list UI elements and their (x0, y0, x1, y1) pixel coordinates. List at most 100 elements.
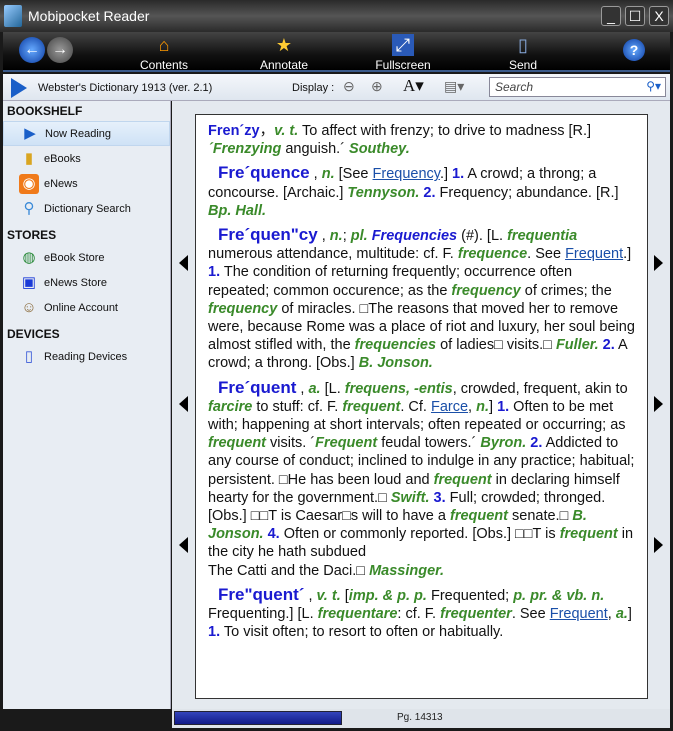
play-icon: ▶ (24, 124, 36, 142)
zoom-out-icon[interactable]: ⊖ (343, 78, 355, 95)
sense-number: 2. (598, 337, 615, 354)
home-icon: ⌂ (158, 35, 170, 55)
fullscreen-icon: ⤢ (392, 34, 414, 56)
item-label: eNews Store (44, 276, 107, 289)
definition-text: ， (259, 123, 275, 139)
back-button[interactable]: ← (19, 37, 45, 63)
send-button[interactable]: ▯ Send (483, 34, 563, 72)
now-reading-icon (11, 78, 27, 98)
definition-text: Frequented; (426, 587, 514, 604)
italic-term: frequentare (317, 606, 398, 623)
rss-icon: ◉ (19, 173, 39, 194)
dictionary-entry: Fre"quent´ , v. t. [imp. & p. p. Frequen… (208, 585, 635, 642)
italic-term: farcire (208, 398, 253, 415)
cross-reference-link[interactable]: Farce (431, 399, 468, 415)
next-page-arrow-icon[interactable] (654, 255, 663, 271)
toolbar: ← → ⌂ Contents ★ Annotate ⤢ Fullscreen ▯ Sen… (3, 32, 670, 72)
sidebar-item-ebook-store[interactable]: ◍ eBook Store (3, 245, 170, 270)
cross-reference-link[interactable]: Frequent (550, 606, 608, 622)
layout-icon[interactable]: ▤▾ (444, 78, 464, 95)
definition-text: Frequenting.] [L. (208, 606, 318, 623)
zoom-in-icon[interactable]: ⊕ (371, 78, 383, 95)
definition-text: anguish.´ (281, 141, 350, 158)
italic-term: frequent (342, 398, 401, 415)
definition-text: (#). [L. (457, 228, 508, 245)
sidebar-item-now-reading[interactable]: ▶ Now Reading (3, 121, 170, 146)
definition-text: To affect with frenzy; to drive to madne… (298, 123, 592, 139)
dictionary-entry: Fren´zy，v. t. To affect with frenzy; to … (208, 122, 635, 158)
italic-term: frequence (457, 246, 528, 263)
italic-term: pl. (350, 228, 368, 245)
dictionary-entry: Fre´quent , a. [L. frequens, -entis, cro… (208, 378, 635, 580)
annotate-button[interactable]: ★ Annotate (244, 34, 324, 72)
title-bar: Mobipocket Reader _ ☐ X (0, 0, 673, 32)
definition-text: feudal towers.´ (377, 435, 481, 452)
prev-page-arrow-icon[interactable] (179, 255, 188, 271)
definition-text: , (296, 380, 309, 397)
forward-button[interactable]: → (47, 37, 73, 63)
cross-reference-link[interactable]: Frequent (565, 246, 623, 262)
definition-text: . See (511, 606, 550, 623)
definition-text: numerous attendance, multitude: cf. F. (208, 246, 458, 263)
next-page-arrow-icon[interactable] (654, 396, 663, 412)
sidebar-item-online-account[interactable]: ☺ Online Account (3, 295, 170, 320)
help-icon[interactable]: ? (623, 39, 645, 61)
maximize-button[interactable]: ☐ (625, 6, 645, 26)
sidebar-item-ebooks[interactable]: ▮ eBooks (3, 146, 170, 171)
prev-page-arrow-icon[interactable] (179, 396, 188, 412)
italic-term: v. t. (316, 587, 341, 604)
sidebar-item-reading-devices[interactable]: ▯ Reading Devices (3, 344, 170, 369)
sense-number: 1. (208, 264, 221, 281)
stores-heading: STORES (7, 228, 57, 242)
prev-page-arrow-icon[interactable] (179, 537, 188, 553)
bookshelf-heading: BOOKSHELF (7, 104, 83, 118)
cross-reference-link[interactable]: Frequency (373, 166, 440, 182)
reading-progress-bar[interactable] (174, 711, 342, 725)
sense-number: 2. (419, 184, 436, 201)
headword: Fre´quen"cy (218, 225, 318, 245)
contents-button[interactable]: ⌂ Contents (124, 34, 204, 72)
italic-term: Bp. Hall. (208, 202, 267, 219)
next-page-arrow-icon[interactable] (654, 537, 663, 553)
headword: Fre´quence (218, 163, 310, 183)
minimize-button[interactable]: _ (601, 6, 621, 26)
close-button[interactable]: X (649, 6, 669, 26)
definition-text: The Catti and the Daci.□ (208, 562, 370, 579)
font-size-icon[interactable]: A▾ (403, 76, 424, 96)
sidebar-item-dictionary-search[interactable]: ⚲ Dictionary Search (3, 196, 170, 221)
italic-term: Fuller. (555, 337, 599, 354)
definition-text: [ (340, 587, 349, 604)
definition-text: .] (439, 166, 453, 183)
italic-term: Frequent (315, 435, 378, 452)
definition-text: : cf. F. (397, 606, 441, 623)
search-input[interactable]: Search ⚲▾ (489, 77, 666, 97)
sense-number: 3. (429, 489, 446, 506)
star-add-icon: ★ (275, 35, 293, 55)
fullscreen-button[interactable]: ⤢ Fullscreen (363, 34, 443, 72)
definition-text: ; (342, 228, 351, 245)
reading-area: Fren´zy，v. t. To affect with frenzy; to … (172, 101, 670, 709)
device-icon: ▯ (24, 347, 34, 365)
italic-term: frequent (208, 435, 266, 452)
annotate-label: Annotate (259, 58, 309, 72)
search-icon[interactable]: ⚲▾ (646, 79, 661, 93)
definition-text: to stuff: cf. F. (252, 398, 343, 415)
definition-text: , (607, 606, 616, 623)
book-page: Fren´zy，v. t. To affect with frenzy; to … (195, 114, 648, 699)
definition-text: , crowded, frequent, akin to (452, 380, 628, 397)
italic-term: n. (329, 228, 343, 245)
item-label: Dictionary Search (44, 202, 131, 215)
definition-text: , (468, 398, 477, 415)
fullscreen-label: Fullscreen (375, 58, 431, 72)
dictionary-entry: Fre´quence , n. [See Frequency.] 1. A cr… (208, 164, 635, 220)
item-label: Online Account (44, 301, 118, 314)
definition-text: To visit often; to resort to often or ha… (220, 624, 504, 641)
italic-term: imp. & p. p. (348, 587, 427, 604)
globe-icon: ◍ (22, 248, 36, 266)
page-number: Pg. 14313 (397, 712, 443, 723)
italic-term: Southey. (349, 141, 410, 158)
sidebar: BOOKSHELF ▶ Now Reading ▮ eBooks ◉ eNews ⚲ D… (3, 101, 171, 709)
sidebar-item-enews-store[interactable]: ▣ eNews Store (3, 270, 170, 295)
sidebar-item-enews[interactable]: ◉ eNews (3, 171, 170, 196)
italic-term: frequency (208, 300, 278, 317)
